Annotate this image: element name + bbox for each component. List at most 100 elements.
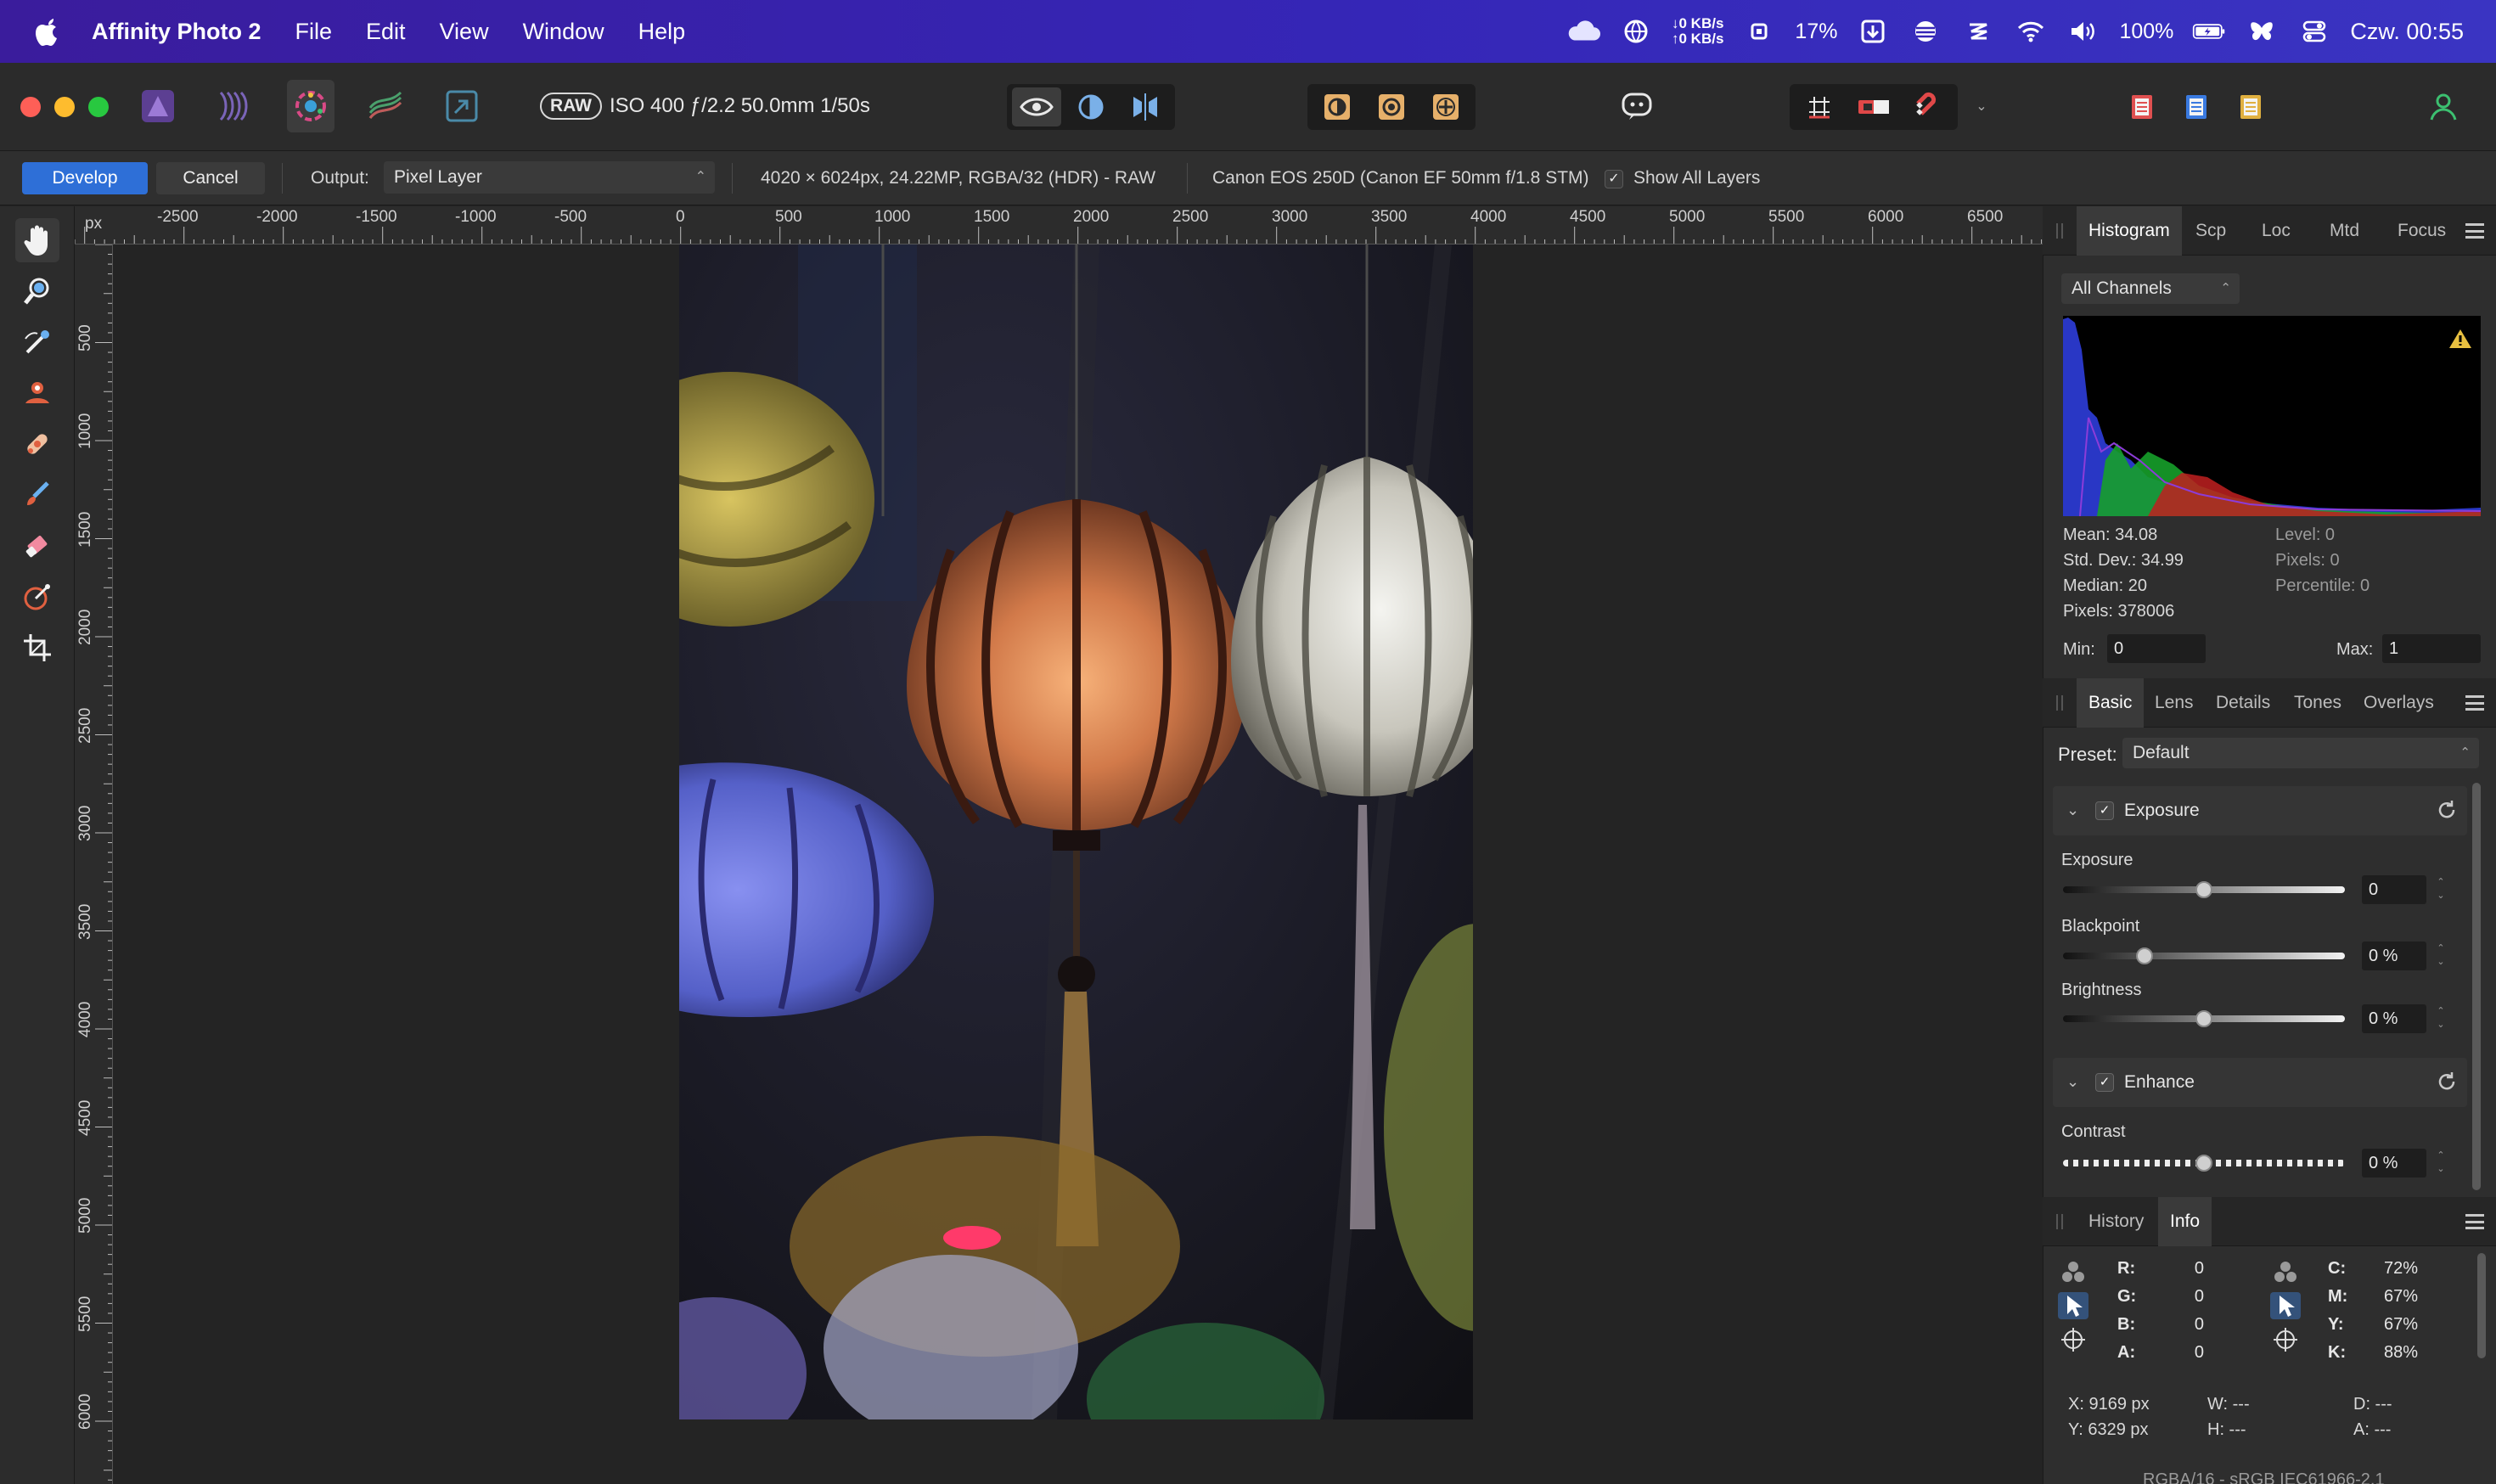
brightness-stepper[interactable]: ⌃ ⌄ [2433,1004,2448,1033]
menu-file[interactable]: File [295,19,332,45]
min-input[interactable]: 0 [2107,634,2206,663]
reset-icon[interactable] [2435,1070,2459,1093]
globe-icon[interactable] [1619,18,1653,45]
zoom-window-button[interactable] [88,97,109,117]
white-balance-tool-icon[interactable] [15,320,59,364]
tab-metadata[interactable]: Mtd [2318,206,2371,256]
contrast-stepper[interactable]: ⌃ ⌄ [2433,1149,2448,1178]
reset-icon[interactable] [2435,798,2459,822]
drag-handle[interactable] [2056,695,2063,711]
volume-icon[interactable] [2066,18,2100,45]
color-mode-icon[interactable] [2270,1258,2301,1285]
menu-view[interactable]: View [440,19,489,45]
red-eye-tool-icon[interactable] [15,371,59,415]
chevron-down-icon[interactable]: ⌄ [1970,80,1993,132]
tab-basic[interactable]: Basic [2077,678,2145,728]
eye-icon[interactable] [1012,87,1061,126]
drag-handle[interactable] [2056,223,2063,239]
auto-levels-icon[interactable] [1313,87,1362,126]
eraser-tool-icon[interactable] [15,524,59,568]
tab-scope[interactable]: Scp [2184,206,2238,256]
panel-menu-icon[interactable] [2465,223,2484,239]
develop-scrollbar[interactable] [2472,783,2481,1190]
tab-histogram[interactable]: Histogram [2077,206,2182,256]
contrast-value[interactable]: 0 % [2362,1149,2426,1178]
account-icon[interactable] [2421,80,2465,132]
info-scrollbar[interactable] [2477,1253,2486,1358]
panel-menu-icon[interactable] [2465,1214,2484,1229]
mirror-view-icon[interactable] [1121,87,1170,126]
assistant-icon[interactable] [1613,80,1661,132]
blemish-tool-icon[interactable] [15,422,59,466]
brightness-slider-handle[interactable] [2195,1010,2212,1027]
grid-overlay-icon[interactable] [1795,87,1844,126]
zigzag-icon[interactable] [1961,18,1995,45]
magnet-icon[interactable] [1903,87,1953,126]
exposure-enable-checkbox[interactable]: ✓ [2095,801,2114,820]
warning-icon[interactable] [2448,328,2472,350]
app-menu[interactable]: Affinity Photo 2 [92,19,261,45]
auto-contrast-icon[interactable] [1367,87,1416,126]
horizontal-ruler[interactable]: px -2500 -2000 -1500 -1000 -500 0 500 1000 1500 2… [75,206,2043,245]
zoom-tool-icon[interactable] [15,269,59,313]
blackpoint-slider[interactable] [2063,953,2345,959]
tab-overlays[interactable]: Overlays [2352,678,2446,728]
compare-icon[interactable] [2172,87,2221,126]
develop-persona-icon[interactable] [287,80,334,132]
wifi-icon[interactable] [2014,18,2048,45]
brightness-value[interactable]: 0 % [2362,1004,2426,1033]
drag-handle[interactable] [2056,1214,2063,1229]
tab-info[interactable]: Info [2158,1197,2212,1246]
panel-menu-icon[interactable] [2465,695,2484,711]
notes-icon[interactable] [2226,87,2275,126]
before-after-icon[interactable] [2117,87,2167,126]
gradient-tool-icon[interactable] [15,575,59,619]
show-all-layers-checkbox[interactable]: ✓ [1605,170,1623,188]
menu-help[interactable]: Help [638,19,686,45]
stripes-icon[interactable] [1909,18,1942,45]
liquify-persona-icon[interactable] [211,80,255,132]
channel-select[interactable]: All Channels ⌃ [2061,273,2240,304]
butterfly-icon[interactable] [2245,18,2279,45]
chevron-down-icon[interactable]: ⌄ [2066,1073,2079,1091]
preset-select[interactable]: Default ⌃ [2122,738,2479,768]
menu-window[interactable]: Window [523,19,604,45]
crosshair-icon[interactable] [2270,1326,2301,1353]
tab-history[interactable]: History [2077,1197,2156,1246]
pointer-icon[interactable] [2058,1292,2088,1319]
exposure-slider-handle[interactable] [2195,881,2212,898]
develop-button[interactable]: Develop [22,162,148,194]
tone-mapping-persona-icon[interactable] [363,80,408,132]
hand-tool-icon[interactable] [15,218,59,262]
tab-details[interactable]: Details [2204,678,2282,728]
brush-tool-icon[interactable] [15,473,59,517]
download-icon[interactable] [1856,18,1890,45]
export-persona-icon[interactable] [440,80,484,132]
apple-icon[interactable] [32,14,61,48]
exposure-value[interactable]: 0 [2362,875,2426,904]
minimize-window-button[interactable] [54,97,75,117]
tab-tones[interactable]: Tones [2282,678,2353,728]
crosshair-icon[interactable] [2058,1326,2088,1353]
blackpoint-stepper[interactable]: ⌃ ⌄ [2433,942,2448,970]
max-input[interactable]: 1 [2382,634,2481,663]
photo-persona-icon[interactable] [136,80,180,132]
clock[interactable]: Czw. 00:55 [2350,19,2464,45]
exposure-stepper[interactable]: ⌃ ⌄ [2433,875,2448,904]
vertical-ruler[interactable]: 500 1000 1500 2000 2500 3000 3500 4000 4500 5000 5… [75,245,113,1484]
enhance-section-header[interactable]: ⌄ ✓ Enhance [2053,1058,2467,1107]
output-select[interactable]: Pixel Layer ⌃ [384,161,715,194]
control-center-icon[interactable] [2297,18,2331,45]
crop-tool-icon[interactable] [15,626,59,670]
cancel-button[interactable]: Cancel [156,162,265,194]
cloud-icon[interactable] [1566,18,1600,45]
tab-focus[interactable]: Focus [2386,206,2458,256]
menu-edit[interactable]: Edit [366,19,406,45]
chevron-down-icon[interactable]: ⌄ [2066,801,2079,819]
photo-lanterns[interactable] [679,245,1473,1419]
contrast-slider-handle[interactable] [2195,1155,2212,1172]
clipping-icon[interactable] [1849,87,1898,126]
blackpoint-value[interactable]: 0 % [2362,942,2426,970]
color-mode-icon[interactable] [2058,1258,2088,1285]
tab-lens[interactable]: Lens [2143,678,2206,728]
